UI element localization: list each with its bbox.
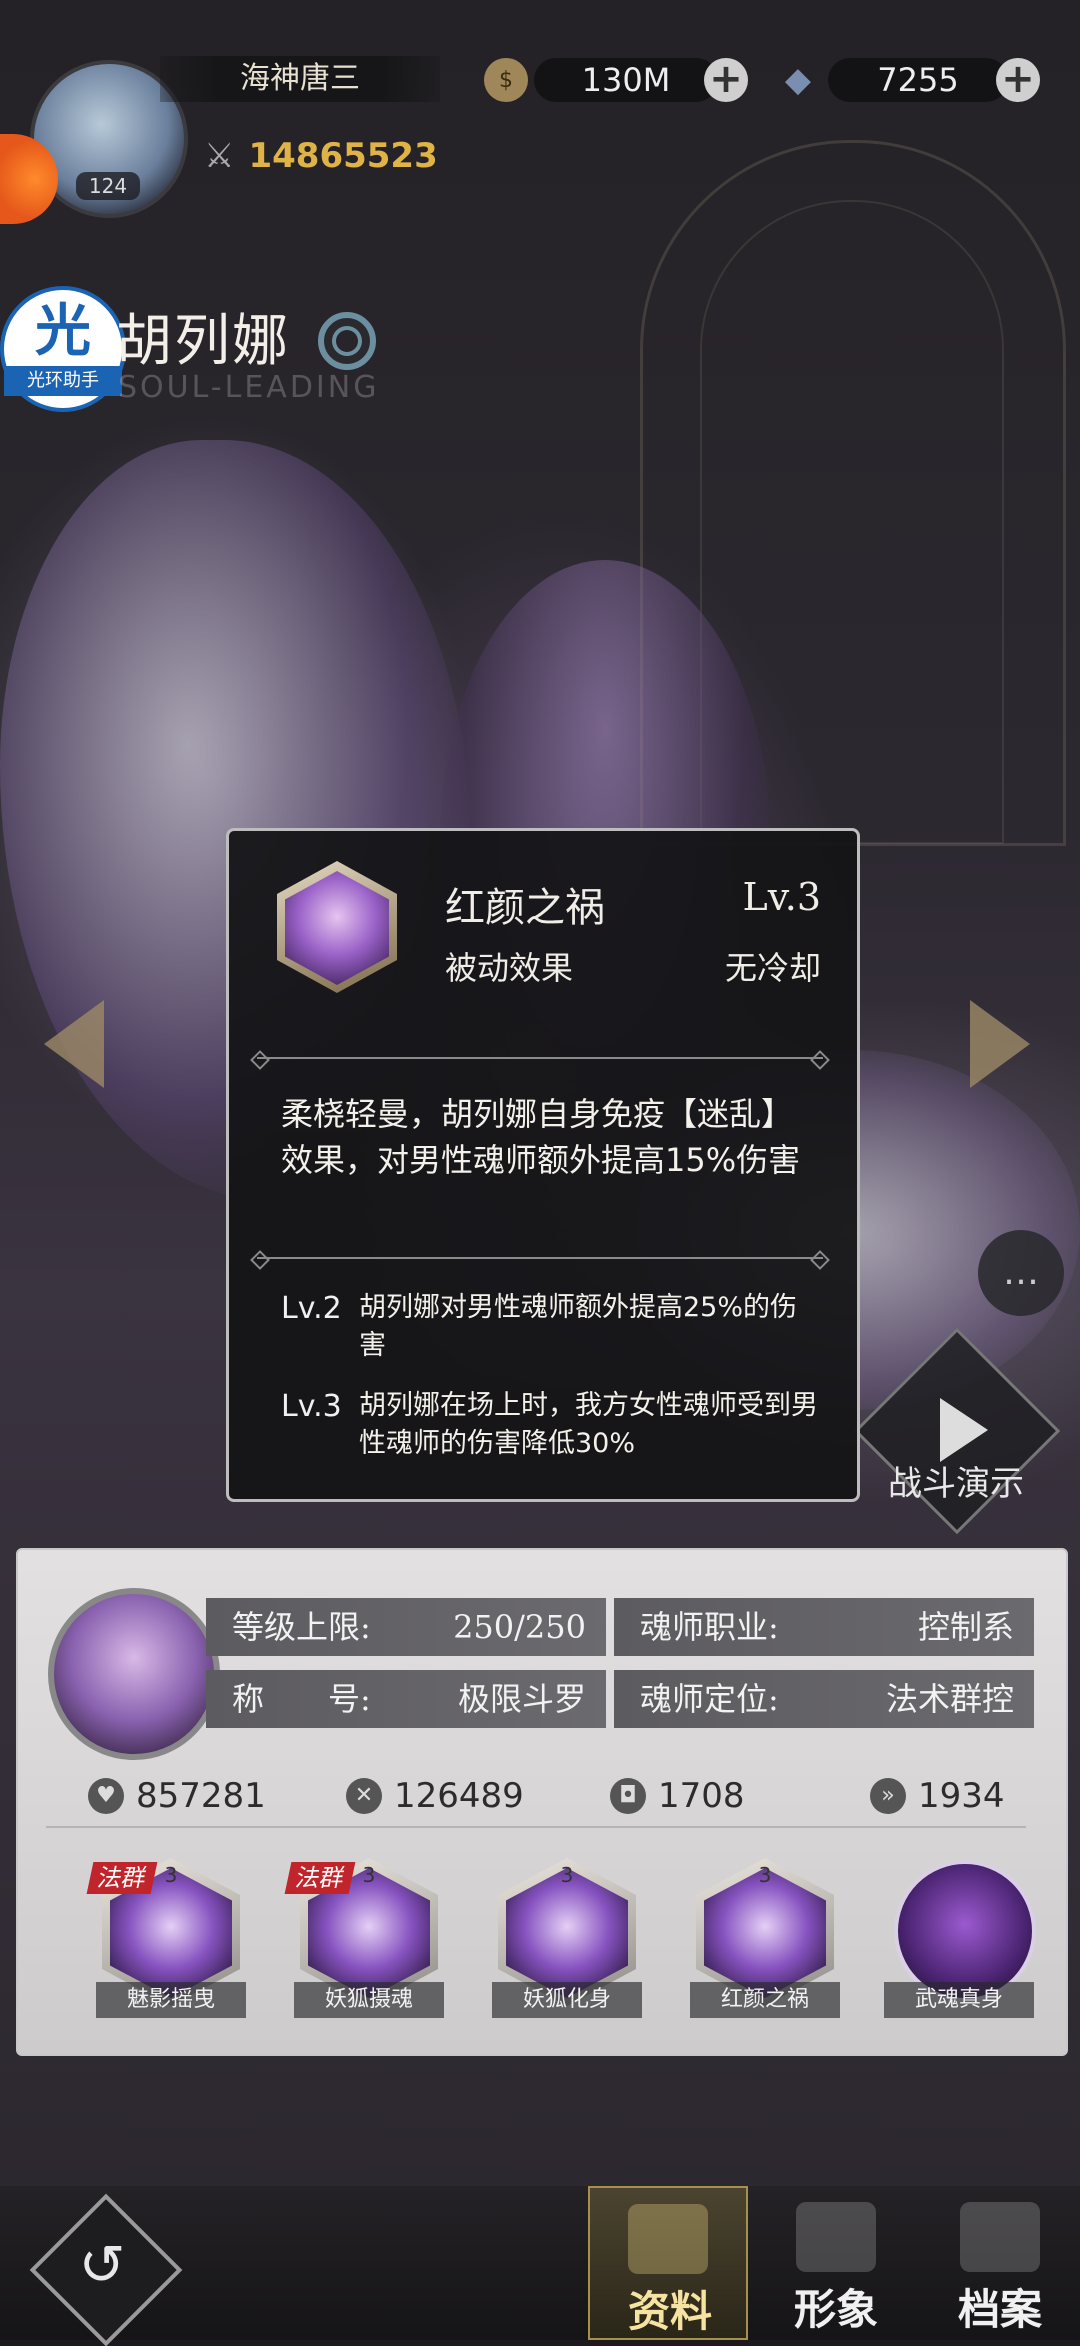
player-name: 海神唐三 [160, 56, 440, 102]
halo-assistant-icon: 光 [35, 299, 91, 364]
role-value: 法术群控 [885, 1680, 1014, 1718]
skill-name: 红颜之祸 [690, 1982, 840, 2018]
upgrade-text: 胡列娜在场上时，我方女性魂师受到男性魂师的伤害降低30% [359, 1390, 818, 1459]
speed-value: 1934 [918, 1776, 1005, 1816]
gold-amount: 130M [534, 58, 718, 102]
attack-stat: ✕ 126489 [346, 1776, 524, 1816]
skill-name: 红颜之祸 [445, 885, 605, 931]
previous-hero-arrow[interactable] [44, 1000, 104, 1088]
skill-name: 魅影摇曳 [96, 1982, 246, 2018]
level-cap-value: 250/250 [453, 1608, 586, 1646]
divider [257, 1057, 823, 1059]
add-diamond-button[interactable]: + [996, 58, 1040, 102]
diamond-amount: 7255 [828, 58, 1008, 102]
back-arrow-icon: ↺ [78, 2233, 126, 2298]
skill-level: 3 [758, 1863, 772, 1887]
level-cap-cell: 等级上限: 250/250 [206, 1598, 606, 1656]
skill-tag: 法群 [86, 1862, 158, 1894]
class-value: 控制系 [917, 1608, 1014, 1646]
skill-name: 妖狐化身 [492, 1982, 642, 2018]
skill-description: 柔桡轻曼，胡列娜自身免疫【迷乱】效果，对男性魂师额外提高15%伤害 [281, 1095, 801, 1179]
tab-profile[interactable]: 资料 [588, 2186, 748, 2340]
skill-level: Lv.3 [742, 875, 821, 919]
role-cell: 魂师定位: 法术群控 [614, 1670, 1034, 1728]
element-spiral-icon [318, 312, 376, 370]
divider [257, 1257, 823, 1259]
hero-portrait[interactable] [48, 1588, 220, 1760]
character-icon [796, 2202, 876, 2272]
skill-slot-4[interactable]: 3 红颜之祸 [690, 1858, 840, 2028]
skill-slot-2[interactable]: 3 法群 妖狐摄魂 [284, 1858, 444, 2028]
upgrade-text: 胡列娜对男性魂师额外提高25%的伤害 [359, 1292, 798, 1361]
halo-assistant-button[interactable]: 光 光环助手 [0, 286, 126, 412]
defense-stat: ◘ 1708 [610, 1776, 745, 1816]
divider [46, 1826, 1026, 1828]
speed-icon: » [870, 1778, 906, 1814]
archive-cards-icon [960, 2202, 1040, 2272]
skill-slot-1[interactable]: 3 法群 魅影摇曳 [86, 1858, 246, 2028]
skill-level: 3 [362, 1863, 376, 1887]
combat-power-value: 14865523 [248, 136, 438, 176]
gold-coin-icon: $ [484, 58, 528, 102]
chat-bubble-button[interactable]: … [978, 1230, 1064, 1316]
skill-tag: 法群 [284, 1862, 356, 1894]
tab-archive-label: 档案 [957, 2285, 1042, 2334]
battle-demo-label: 战斗演示 [888, 1464, 1024, 1504]
true-body-skill-icon [894, 1860, 1036, 2002]
skill-upgrade-row: Lv.2 胡列娜对男性魂师额外提高25%的伤害 [281, 1289, 821, 1365]
attack-value: 126489 [394, 1776, 524, 1816]
skill-cooldown: 无冷却 [724, 949, 821, 987]
class-cell: 魂师职业: 控制系 [614, 1598, 1034, 1656]
halo-assistant-label: 光环助手 [4, 366, 122, 396]
attack-icon: ✕ [346, 1778, 382, 1814]
skill-detail-popup: 红颜之祸 Lv.3 被动效果 无冷却 柔桡轻曼，胡列娜自身免疫【迷乱】效果，对男… [226, 828, 860, 1502]
skill-name: 武魂真身 [884, 1982, 1034, 2018]
diamond-icon: ◆ [784, 60, 812, 100]
role-label: 魂师定位: [640, 1680, 779, 1718]
skill-name: 妖狐摄魂 [294, 1982, 444, 2018]
hero-subtitle: SOUL-LEADING [118, 370, 380, 405]
speed-stat: » 1934 [870, 1776, 1005, 1816]
skill-slot-3[interactable]: 3 妖狐化身 [492, 1858, 642, 2028]
play-icon [940, 1398, 988, 1462]
book-icon [628, 2204, 708, 2274]
defense-value: 1708 [658, 1776, 745, 1816]
next-hero-arrow[interactable] [970, 1000, 1030, 1088]
skill-level: 3 [560, 1863, 574, 1887]
player-level: 124 [76, 172, 140, 200]
tab-appearance-label: 形象 [793, 2285, 878, 2334]
title-label: 称 号: [232, 1680, 371, 1718]
skill-slot-5[interactable]: 武魂真身 [884, 1858, 1036, 2028]
tab-appearance[interactable]: 形象 [756, 2186, 916, 2340]
title-cell: 称 号: 极限斗罗 [206, 1670, 606, 1728]
combat-power: ⚔ 14865523 [204, 136, 438, 176]
tab-archive[interactable]: 档案 [920, 2186, 1080, 2340]
upgrade-level: Lv.2 [281, 1291, 342, 1326]
tab-profile-label: 资料 [627, 2287, 712, 2336]
crossed-swords-icon: ⚔ [204, 136, 235, 176]
skill-upgrade-row: Lv.3 胡列娜在场上时，我方女性魂师受到男性魂师的伤害降低30% [281, 1387, 821, 1463]
skill-level: 3 [164, 1863, 178, 1887]
add-gold-button[interactable]: + [704, 58, 748, 102]
upgrade-level: Lv.3 [281, 1389, 342, 1424]
title-value: 极限斗罗 [457, 1680, 586, 1718]
level-cap-label: 等级上限: [232, 1608, 371, 1646]
defense-icon: ◘ [610, 1778, 646, 1814]
skill-type: 被动效果 [445, 949, 574, 987]
hero-name: 胡列娜 [116, 309, 290, 374]
hp-icon: ♥ [88, 1778, 124, 1814]
hp-value: 857281 [136, 1776, 266, 1816]
hp-stat: ♥ 857281 [88, 1776, 266, 1816]
class-label: 魂师职业: [640, 1608, 779, 1646]
